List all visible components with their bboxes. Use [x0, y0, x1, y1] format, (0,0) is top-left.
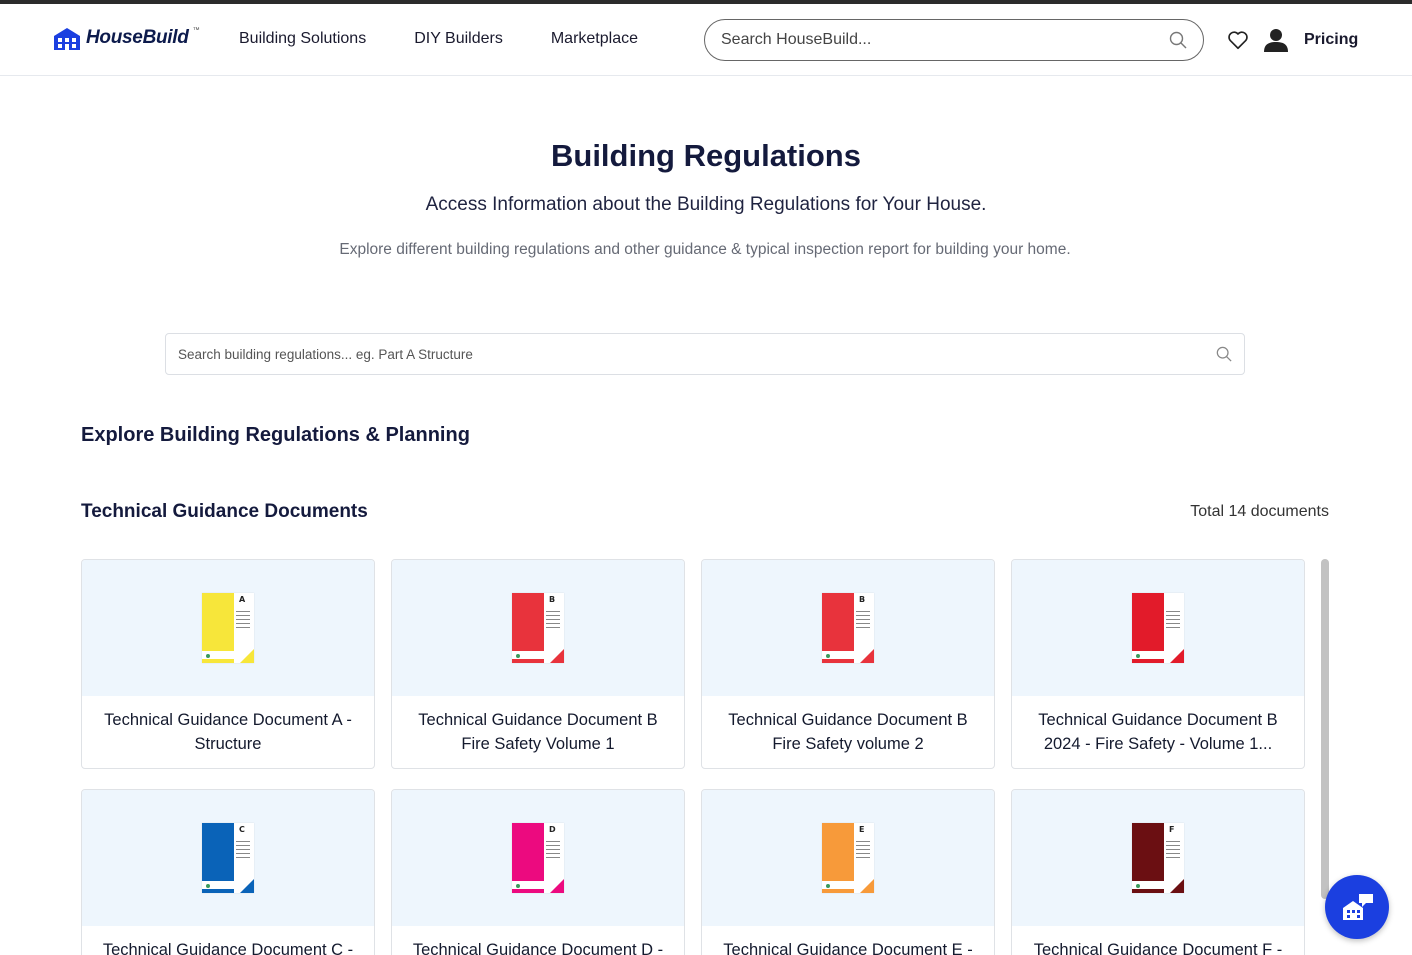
document-title: Technical Guidance Document B 2024 - Fir… [1038, 711, 1278, 753]
header-search-input[interactable] [721, 31, 1169, 49]
chat-house-icon [1343, 894, 1373, 920]
search-icon[interactable] [1216, 346, 1232, 362]
document-thumbnail: A [82, 560, 374, 696]
section-heading: Technical Guidance Documents [81, 501, 368, 522]
document-thumbnail [1012, 560, 1304, 696]
document-card[interactable]: Technical Guidance Document B 2024 - Fir… [1011, 559, 1305, 769]
regulations-search-input[interactable] [178, 346, 1216, 362]
page-title: Building Regulations [551, 138, 861, 173]
document-thumbnail: D [392, 790, 684, 926]
document-title: Technical Guidance Document B Fire Safet… [418, 711, 658, 753]
site-header: HouseBuild ™ Building Solutions DIY Buil… [0, 4, 1412, 76]
document-cover-icon: E [822, 823, 874, 893]
document-cover-icon: A [202, 593, 254, 663]
house-logo-icon [54, 28, 80, 50]
logo[interactable]: HouseBuild ™ [52, 26, 200, 50]
document-title: Technical Guidance Document C - [102, 941, 354, 955]
document-cover-icon: D [512, 823, 564, 893]
document-title: Technical Guidance Document B Fire Safet… [728, 711, 968, 753]
page-subtitle: Access Information about the Building Re… [425, 194, 987, 215]
logo-text: HouseBuild [86, 27, 189, 48]
document-part-letter: A [239, 595, 246, 604]
document-part-letter: C [239, 825, 245, 834]
document-card[interactable]: B Technical Guidance Document B Fire Safe… [701, 559, 995, 769]
document-cover-icon [1132, 593, 1184, 663]
document-title: Technical Guidance Document E - [723, 941, 973, 955]
document-thumbnail: B [702, 560, 994, 696]
document-title: Technical Guidance Document A - Structur… [104, 711, 352, 753]
search-icon[interactable] [1169, 31, 1187, 49]
document-card[interactable]: B Technical Guidance Document B Fire Safe… [391, 559, 685, 769]
logo-trademark: ™ [192, 26, 200, 34]
document-part-letter: E [859, 825, 865, 834]
document-title: Technical Guidance Document D - [412, 941, 664, 955]
document-cover-icon: B [822, 593, 874, 663]
heart-icon[interactable] [1227, 29, 1249, 51]
document-cover-icon: C [202, 823, 254, 893]
document-thumbnail: C [82, 790, 374, 926]
user-icon[interactable] [1263, 28, 1289, 52]
document-card[interactable]: E Technical Guidance Document E - [701, 789, 995, 955]
total-documents-count: Total 14 documents [1190, 503, 1329, 520]
document-title: Technical Guidance Document F - [1033, 941, 1283, 955]
document-grid: A Technical Guidance Document A - Structu… [81, 559, 1305, 955]
document-card[interactable]: A Technical Guidance Document A - Structu… [81, 559, 375, 769]
document-cover-icon: B [512, 593, 564, 663]
document-part-letter: D [549, 825, 556, 834]
scrollbar-thumb[interactable] [1321, 559, 1329, 899]
nav-marketplace[interactable]: Marketplace [551, 30, 638, 48]
regulations-search [165, 333, 1245, 375]
document-part-letter: B [859, 595, 866, 604]
document-thumbnail: F [1012, 790, 1304, 926]
document-thumbnail: B [392, 560, 684, 696]
nav-building-solutions[interactable]: Building Solutions [239, 30, 366, 48]
main-nav: Building Solutions DIY Builders Marketpl… [239, 30, 638, 48]
header-search [704, 19, 1204, 61]
document-cover-icon: F [1132, 823, 1184, 893]
chat-button[interactable] [1325, 875, 1389, 939]
document-card[interactable]: F Technical Guidance Document F - [1011, 789, 1305, 955]
document-card[interactable]: C Technical Guidance Document C - [81, 789, 375, 955]
document-thumbnail: E [702, 790, 994, 926]
pricing-link[interactable]: Pricing [1304, 31, 1358, 49]
document-part-letter: F [1169, 825, 1175, 834]
document-part-letter: B [549, 595, 556, 604]
page-description: Explore different building regulations a… [339, 241, 1071, 258]
explore-heading: Explore Building Regulations & Planning [81, 424, 470, 446]
document-card[interactable]: D Technical Guidance Document D - [391, 789, 685, 955]
nav-diy-builders[interactable]: DIY Builders [414, 30, 503, 48]
